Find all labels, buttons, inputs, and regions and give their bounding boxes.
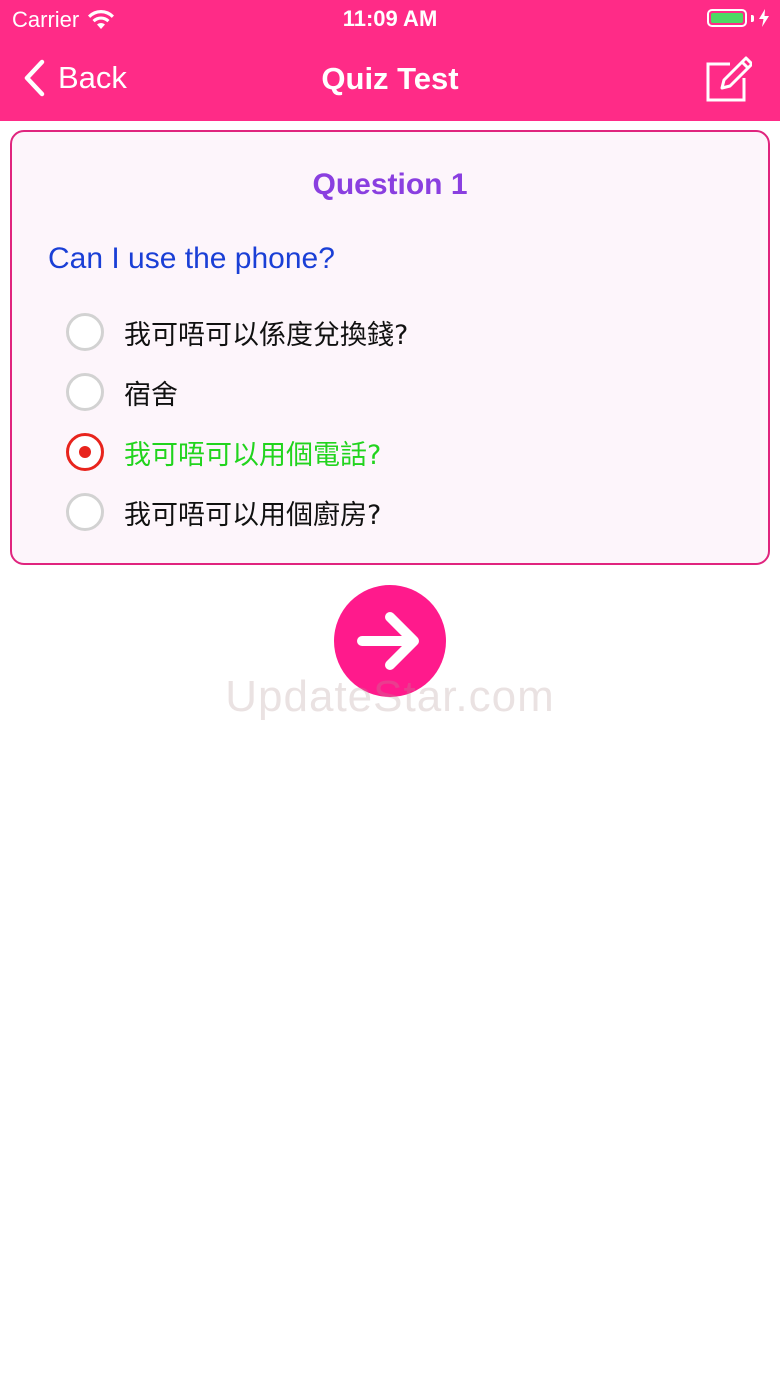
question-number: Question 1 — [312, 168, 468, 201]
battery-tip — [751, 14, 754, 22]
arrow-right-icon — [357, 612, 419, 670]
battery-indicator — [707, 9, 770, 27]
navigation-bar: Back Quiz Test — [0, 40, 780, 121]
quiz-screen: Carrier 11:09 AM Back Quiz Test Question… — [0, 0, 780, 1387]
page-title: Quiz Test — [321, 61, 459, 96]
radio-button[interactable] — [66, 313, 104, 351]
status-bar: Carrier 11:09 AM — [0, 0, 780, 40]
answer-option[interactable]: 我可唔可以係度兌換錢? — [66, 310, 408, 354]
answer-option-label: 我可唔可以係度兌換錢? — [124, 319, 409, 351]
answer-option-label: 宿舍 — [124, 379, 178, 411]
answer-option[interactable]: 宿舍 — [66, 370, 178, 414]
bolt-icon — [759, 9, 769, 27]
answer-option-label: 我可唔可以用個電話? — [124, 439, 382, 471]
radio-button[interactable] — [66, 493, 104, 531]
answer-option[interactable]: 我可唔可以用個廚房? — [66, 490, 381, 534]
question-text: Can I use the phone? — [48, 242, 335, 275]
radio-button[interactable] — [66, 373, 104, 411]
radio-button[interactable] — [66, 433, 104, 471]
compose-button[interactable] — [704, 54, 754, 104]
battery-level-fill — [711, 13, 743, 23]
compose-icon — [706, 56, 754, 102]
answer-option[interactable]: 我可唔可以用個電話? — [66, 430, 381, 474]
question-card: Question 1 Can I use the phone? 我可唔可以係度兌… — [10, 130, 770, 565]
radio-selected-dot — [79, 446, 91, 458]
top-bar: Carrier 11:09 AM Back Quiz Test — [0, 0, 780, 121]
watermark: UpdateStar.com — [225, 672, 555, 721]
battery-icon — [707, 9, 747, 27]
status-time: 11:09 AM — [342, 6, 438, 31]
answer-option-label: 我可唔可以用個廚房? — [124, 499, 382, 531]
